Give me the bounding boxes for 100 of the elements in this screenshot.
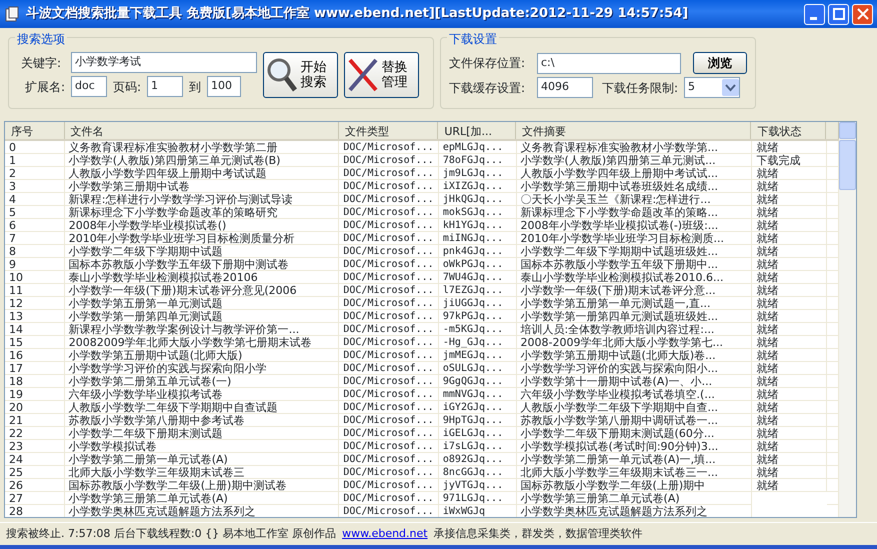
- start-search-button[interactable]: 开始搜索: [263, 52, 338, 98]
- window-title: 斗波文档搜索批量下载工具 免费版[易本地工作室 www.ebend.net][LastUpdate:2012-11-29 14:57:54]: [26, 4, 688, 24]
- field-label: 扩展名:: [24, 78, 65, 96]
- field-label: 到: [189, 78, 202, 96]
- table-cell: 六年级小学数学毕业模拟考试卷: [64, 388, 340, 401]
- table-cell: 小学数学学习评价的实践与探索向阳小...: [516, 362, 752, 375]
- table-cell: 北师大版小学数学三年级期末试卷三一...: [516, 466, 752, 479]
- table-cell: 就绪: [752, 466, 828, 479]
- close-button[interactable]: [852, 4, 873, 24]
- table-cell: 国标苏教版小学数学二年级(上册)期中测试卷: [64, 479, 340, 492]
- table-cell: 18: [5, 375, 65, 388]
- table-cell: kH1YGJq...: [438, 219, 517, 232]
- table-cell: 小学数学一年级(下册)期末试卷评分意...: [516, 284, 752, 297]
- table-cell: 小学数学第五册第一单元测试题: [64, 297, 340, 310]
- table-cell: epMLGJq...: [438, 141, 517, 154]
- page-to-field[interactable]: 100: [207, 76, 242, 97]
- close-icon: [856, 8, 868, 20]
- table-cell: 小学数学奥林匹克试题解题方法系列之: [516, 505, 752, 517]
- column-header[interactable]: 文件类型: [338, 122, 438, 139]
- table-cell: DOC/Microsof...: [339, 193, 439, 206]
- maximize-button[interactable]: [828, 4, 849, 24]
- table-cell: 就绪: [752, 362, 828, 375]
- table-cell: 小学数学第三册第二单元试卷(A): [64, 492, 340, 505]
- table-cell: 就绪: [752, 206, 828, 219]
- search-icon: [266, 57, 298, 93]
- table-cell: DOC/Microsof...: [339, 232, 439, 245]
- group-title: 搜索选项: [15, 30, 67, 48]
- table-cell: 就绪: [752, 167, 828, 180]
- table-cell: 就绪: [752, 414, 828, 427]
- field-label: 页码:: [113, 78, 142, 96]
- table-cell: 小学数学第十一册期中试卷(A)一、小...: [516, 375, 752, 388]
- table-cell: 13: [5, 310, 65, 323]
- table-cell: mokSGJq...: [438, 206, 517, 219]
- table-cell: 就绪: [752, 375, 828, 388]
- save-path-field[interactable]: c:\: [537, 52, 681, 74]
- table-cell: DOC/Microsof...: [339, 466, 439, 479]
- table-cell: mmNVGJq...: [438, 388, 517, 401]
- page-from-field[interactable]: 1: [147, 76, 184, 97]
- table-cell: 人教版小学数学四年级上册期中考试试题: [64, 167, 340, 180]
- minimize-button[interactable]: [804, 4, 825, 24]
- table-cell: 就绪: [752, 401, 828, 414]
- table-cell: 小学数学第五册第一单元测试题一,直...: [516, 297, 752, 310]
- table-cell: 就绪: [752, 271, 828, 284]
- column-header[interactable]: 文件摘要: [516, 122, 752, 139]
- table-cell: 78oFGJq...: [438, 154, 517, 167]
- table-cell: 17: [5, 362, 65, 375]
- table-cell: 小学数学第二册第五单元试卷(一): [64, 375, 340, 388]
- table-cell: 2008-2009学年北师大版小学数学第七...: [516, 336, 752, 349]
- keyword-field[interactable]: 小学数学考试: [71, 52, 257, 73]
- table-cell: 7WU4GJq...: [438, 271, 517, 284]
- column-header[interactable]: URL[加...: [438, 122, 516, 139]
- table-cell: DOC/Microsof...: [339, 297, 439, 310]
- table-cell: 就绪: [752, 336, 828, 349]
- scrollbar[interactable]: [839, 122, 856, 517]
- table-cell: 人教版小学数学二年级下学期期中自查...: [516, 401, 752, 414]
- extension-field[interactable]: doc: [71, 76, 107, 97]
- table-cell: DOC/Microsof...: [339, 388, 439, 401]
- table-cell: DOC/Microsof...: [339, 479, 439, 492]
- table-cell: 9: [5, 258, 65, 271]
- table-cell: DOC/Microsof...: [339, 310, 439, 323]
- table-cell: 小学数学模拟试卷(考试时间:90分钟)3...: [516, 440, 752, 453]
- task-limit-dropdown[interactable]: 5: [684, 77, 740, 98]
- table-cell: 就绪: [752, 297, 828, 310]
- minimize-icon: [810, 16, 816, 20]
- table-cell: 就绪: [752, 349, 828, 362]
- table-cell: 9GgQGJq...: [438, 375, 517, 388]
- table-cell: 21: [5, 414, 65, 427]
- table-cell: 971LGJq...: [438, 492, 517, 505]
- table-cell: DOC/Microsof...: [339, 336, 439, 349]
- replace-manage-button[interactable]: 替换管理: [344, 52, 419, 98]
- table-cell: DOC/Microsof...: [339, 375, 439, 388]
- status-tagline: 承接信息采集类，群发类，数据管理类软件: [434, 526, 643, 542]
- table-cell: DOC/Microsof...: [339, 414, 439, 427]
- browse-button[interactable]: 浏览: [693, 52, 747, 74]
- table-cell: 9HpTGJq...: [438, 414, 517, 427]
- table-cell: 小学数学第五册期中试题(北师大版)卷...: [516, 349, 752, 362]
- table-cell: 培训人员:全体数学教师培训内容过程:...: [516, 323, 752, 336]
- field-label: 下载缓存设置:: [449, 80, 526, 96]
- table-cell: 小学数学第五册期中试题(北师大版): [64, 349, 340, 362]
- table-cell: 就绪: [752, 193, 828, 206]
- table-cell: DOC/Microsof...: [339, 323, 439, 336]
- table-cell: 就绪: [752, 141, 828, 154]
- table-cell: DOC/Microsof...: [339, 401, 439, 414]
- table-cell: DOC/Microsof...: [339, 167, 439, 180]
- column-header[interactable]: 下载状态: [751, 122, 826, 139]
- cache-size-field[interactable]: 4096: [537, 77, 593, 98]
- table-cell: DOC/Microsof...: [339, 141, 439, 154]
- table-cell: 97kPGJq...: [438, 310, 517, 323]
- table-cell: 就绪: [752, 219, 828, 232]
- table-cell: 苏教版小学数学第八册期中参考试卷: [64, 414, 340, 427]
- website-link[interactable]: www.ebend.net: [342, 526, 428, 542]
- table-cell: 26: [5, 479, 65, 492]
- column-header[interactable]: 序号: [5, 122, 65, 139]
- table-cell: l7EZGJq...: [438, 284, 517, 297]
- column-header[interactable]: 文件名: [64, 122, 339, 139]
- app-icon: [4, 6, 20, 22]
- table-cell: 泰山小学数学毕业检测模拟试卷2010.6...: [516, 271, 752, 284]
- table-cell: i7sLGJq...: [438, 440, 517, 453]
- table-cell: 新课程小学数学教学案例设计与教学评价第一...: [64, 323, 340, 336]
- caret-icon: [722, 79, 740, 96]
